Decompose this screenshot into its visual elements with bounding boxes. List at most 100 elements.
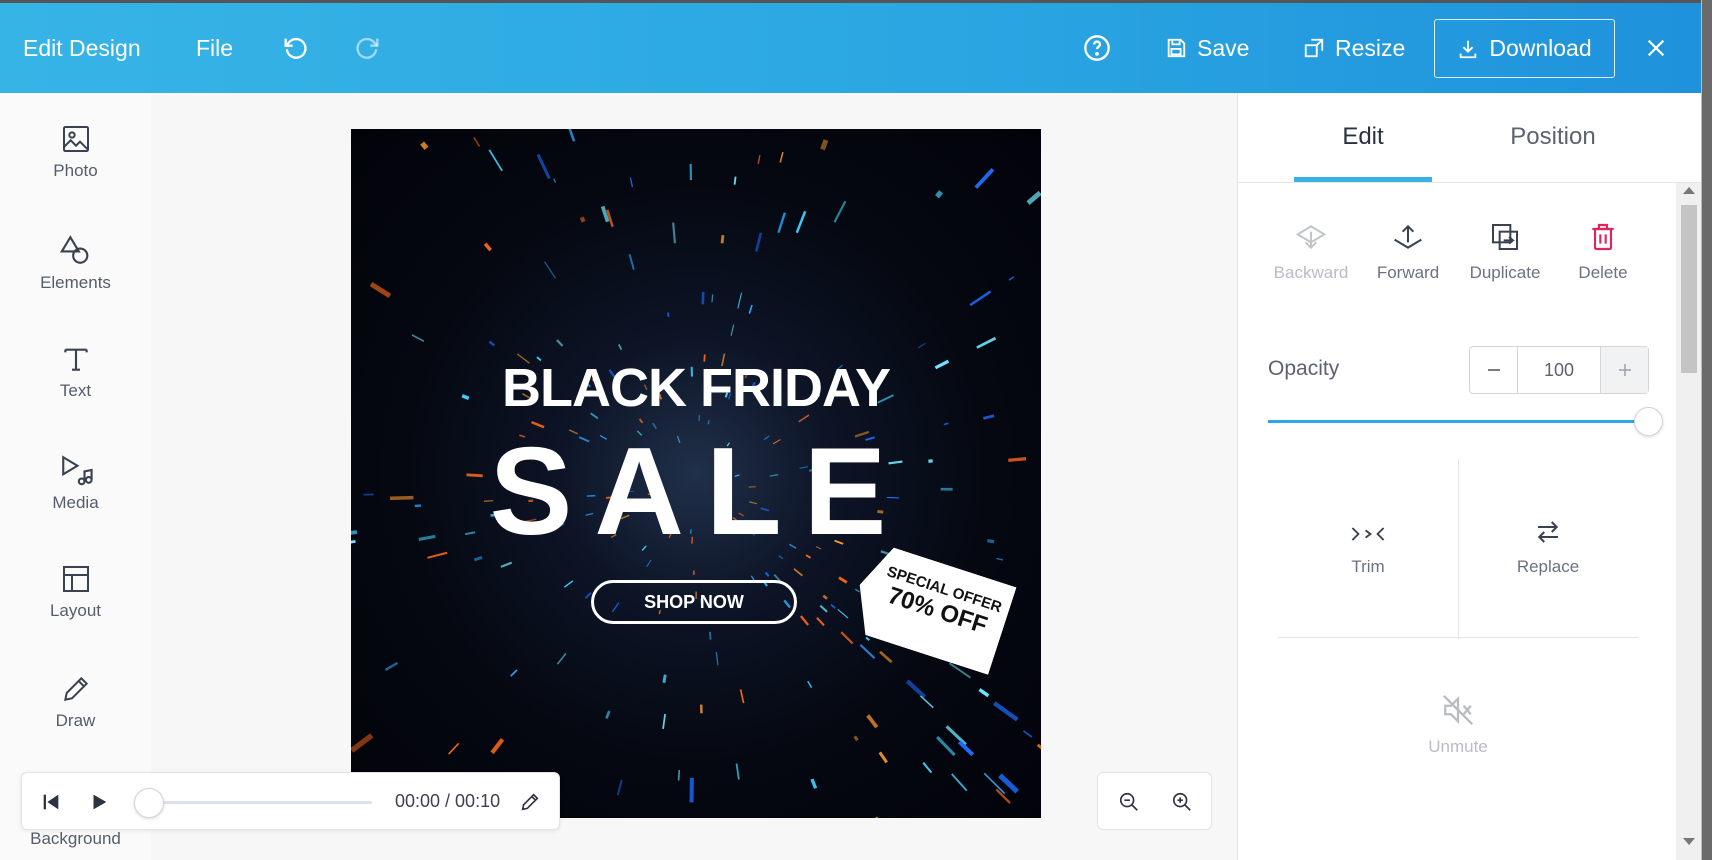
top-toolbar: Edit Design File Save Resize Download [0, 3, 1701, 93]
particle-streak [993, 701, 1019, 722]
particle-streak [556, 339, 564, 347]
opacity-decrease-button[interactable] [1470, 347, 1518, 393]
opacity-slider[interactable] [1268, 407, 1663, 436]
particle-streak [837, 608, 849, 619]
bring-forward-icon [1394, 224, 1422, 249]
close-editor-button[interactable] [1645, 3, 1667, 93]
duplicate-button[interactable]: Duplicate [1455, 221, 1555, 283]
particle-streak [384, 661, 399, 671]
particle-streak [777, 212, 787, 234]
scroll-down-arrow[interactable] [1683, 838, 1695, 845]
particle-streak [935, 190, 944, 199]
play-button[interactable] [88, 791, 110, 818]
particle-streak [584, 592, 592, 599]
particle-streak [672, 222, 677, 244]
tab-edit[interactable]: Edit [1294, 93, 1432, 181]
particle-streak [708, 631, 712, 640]
forward-button[interactable]: Forward [1358, 221, 1458, 283]
sidebar-item-elements[interactable]: Elements [0, 233, 151, 293]
delete-label: Delete [1578, 263, 1628, 282]
particle-streak [1026, 190, 1041, 205]
replace-button[interactable]: Replace [1498, 517, 1598, 577]
zoom-out-button[interactable] [1118, 791, 1140, 818]
particle-streak [600, 205, 610, 223]
particle-streak [822, 594, 828, 600]
backward-button[interactable]: Backward [1261, 221, 1361, 283]
sidebar-item-background[interactable]: Background [0, 829, 151, 849]
particle-streak [616, 779, 623, 796]
download-button[interactable]: Download [1434, 19, 1615, 78]
particle-streak [579, 216, 586, 223]
particle-streak [420, 141, 429, 150]
sale-text[interactable]: SALE [351, 421, 1041, 563]
file-menu-button[interactable]: File [196, 3, 233, 93]
particle-streak [754, 232, 763, 252]
opacity-input[interactable]: 100 [1518, 347, 1600, 393]
skip-back-button[interactable] [40, 791, 62, 818]
sidebar-item-photo[interactable]: Photo [0, 123, 151, 181]
particle-streak [488, 149, 503, 172]
particle-streak [629, 177, 634, 188]
opacity-slider-handle[interactable] [1634, 407, 1663, 436]
particle-streak [917, 342, 926, 349]
trash-icon [1592, 223, 1614, 251]
resize-button[interactable]: Resize [1303, 3, 1405, 93]
scrollbar-thumb[interactable] [1681, 205, 1697, 373]
play-icon [93, 794, 107, 810]
particle-streak [677, 770, 681, 781]
shop-now-button-graphic[interactable]: SHOP NOW [591, 580, 797, 624]
pencil-icon [63, 676, 88, 701]
text-icon [63, 348, 88, 371]
particle-streak [490, 738, 505, 755]
sidebar-item-layout[interactable]: Layout [0, 563, 151, 621]
timeline-handle[interactable] [134, 788, 164, 818]
particle-streak [411, 334, 425, 343]
particle-streak [830, 604, 836, 609]
headline-text[interactable]: BLACK FRIDAY [351, 357, 1041, 419]
trim-button[interactable]: Trim [1318, 521, 1418, 577]
shapes-icon [59, 235, 88, 264]
particle-streak [488, 340, 495, 347]
image-icon [62, 126, 89, 152]
tab-position[interactable]: Position [1478, 93, 1628, 181]
particle-streak [978, 688, 990, 698]
particle-streak [568, 129, 576, 142]
unmute-button[interactable]: Unmute [1408, 693, 1508, 757]
particle-streak [833, 200, 847, 223]
particle-streak [816, 617, 825, 627]
redo-button[interactable] [354, 3, 382, 93]
particle-streak [737, 292, 743, 309]
opacity-label: Opacity [1268, 357, 1340, 380]
timeline-track[interactable] [134, 788, 372, 818]
send-backward-icon [1295, 225, 1327, 250]
scroll-up-arrow[interactable] [1683, 187, 1695, 194]
particle-streak [715, 652, 719, 666]
delete-button[interactable]: Delete [1553, 221, 1653, 283]
zoom-in-button[interactable] [1171, 791, 1193, 818]
help-button[interactable] [1083, 3, 1111, 93]
resize-icon [1304, 38, 1324, 58]
sidebar-item-draw[interactable]: Draw [0, 673, 151, 731]
particle-streak [369, 281, 392, 298]
particle-streak [711, 294, 714, 303]
download-label: Download [1489, 35, 1592, 61]
opacity-stepper[interactable]: 100 [1469, 346, 1649, 394]
particle-streak [799, 615, 810, 626]
design-canvas[interactable]: BLACK FRIDAY SALE SHOP NOW SPECIAL OFFER… [351, 129, 1041, 818]
opacity-increase-button[interactable] [1600, 347, 1648, 393]
edit-duration-button[interactable] [519, 791, 541, 818]
particle-streak [866, 714, 879, 729]
undo-button[interactable] [281, 3, 309, 93]
panel-scrollbar[interactable] [1676, 183, 1701, 860]
playback-time: 00:00 / 00:10 [395, 791, 501, 811]
sidebar-item-media[interactable]: Media [0, 453, 151, 513]
save-button[interactable]: Save [1165, 3, 1249, 93]
swap-icon [1537, 521, 1559, 543]
particle-streak [819, 604, 828, 613]
sidebar-item-text[interactable]: Text [0, 343, 151, 401]
sidebar-item-label: Layout [49, 601, 102, 620]
particle-streak [735, 763, 740, 780]
particle-streak [605, 710, 611, 719]
particle-streak [351, 733, 374, 753]
sidebar-item-label: Photo [53, 161, 98, 180]
